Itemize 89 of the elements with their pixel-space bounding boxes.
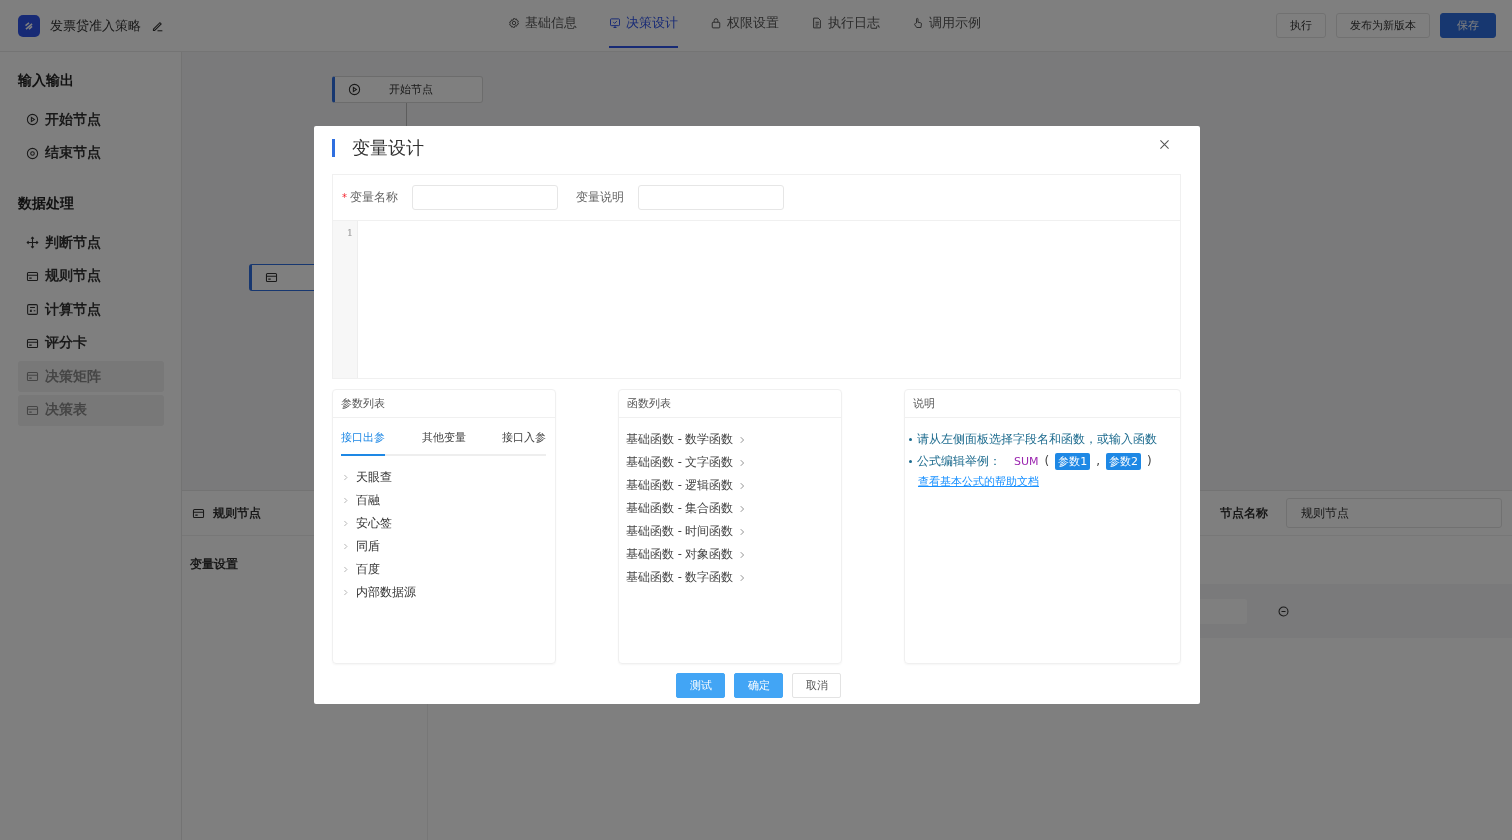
close-button[interactable] — [1158, 137, 1171, 151]
punctuation: ) — [1147, 454, 1152, 468]
argument-tag: 参数1 — [1055, 452, 1091, 470]
card-icon — [265, 271, 278, 284]
card-icon — [192, 506, 205, 520]
lock-icon — [710, 17, 722, 29]
cancel-button[interactable]: 取消 — [792, 673, 841, 698]
node-type-item[interactable]: 开始节点 — [18, 104, 164, 135]
panel-title: 参数列表 — [333, 390, 555, 418]
move-icon — [26, 236, 39, 249]
monitor-icon — [609, 17, 621, 29]
function-item[interactable]: 基础函数 - 时间函数 — [626, 520, 748, 543]
line-number: 1 — [345, 227, 353, 238]
flow-node[interactable]: 开始节点 — [332, 76, 483, 103]
chevron-right-icon — [341, 565, 350, 574]
tree-item[interactable]: 天眼查 — [341, 466, 392, 489]
node-type-item[interactable]: 评分卡 — [18, 327, 164, 359]
strategy-title: 发票贷准入策略 — [50, 16, 141, 35]
gear-icon — [508, 17, 520, 29]
calculator-icon — [26, 303, 39, 316]
tree-item[interactable]: 百度 — [341, 558, 380, 581]
field-label: 变量说明 — [576, 189, 624, 206]
chevron-right-icon — [341, 496, 350, 505]
panel-title: 说明 — [905, 390, 1180, 418]
argument-tag: 参数2 — [1106, 452, 1142, 470]
function-item[interactable]: 基础函数 - 数字函数 — [626, 566, 748, 589]
nav-tab[interactable]: 权限设置 — [710, 0, 779, 48]
document-icon — [811, 17, 823, 29]
publish-button[interactable]: 发布为新版本 — [1336, 13, 1430, 38]
card-icon — [26, 336, 39, 350]
field-label: 节点名称 — [1220, 504, 1268, 522]
node-type-item[interactable]: 规则节点 — [18, 260, 164, 292]
tree-item[interactable]: 安心签 — [341, 512, 392, 535]
punctuation: ( — [1044, 454, 1050, 468]
punctuation: , — [1096, 454, 1101, 468]
panel-title: 规则节点 — [213, 504, 261, 522]
required-mark: * — [342, 192, 347, 203]
node-type-item[interactable]: 判断节点 — [18, 227, 164, 258]
node-name-field[interactable]: 规则节点 — [1286, 498, 1502, 528]
input-field[interactable] — [412, 185, 558, 210]
nav-tab[interactable]: 执行日志 — [811, 0, 880, 48]
minus-circle-icon[interactable] — [1277, 604, 1290, 618]
nav-tab[interactable]: 调用示例 — [912, 0, 981, 48]
help-text: 请从左侧面板选择字段名和函数，或输入函数 — [917, 430, 1157, 448]
field-label: 变量名称 — [350, 189, 398, 206]
card-icon — [26, 403, 39, 417]
code-editor[interactable]: 1 — [332, 220, 1181, 379]
panel-title: 函数列表 — [619, 390, 841, 418]
chevron-right-icon — [341, 588, 350, 597]
bullet-icon — [909, 437, 912, 441]
help-text: 公式编辑举例： — [917, 452, 1001, 470]
node-type-item[interactable]: 结束节点 — [18, 137, 164, 169]
section-title: 变量设置 — [190, 556, 238, 573]
function-item[interactable]: 基础函数 - 逻辑函数 — [626, 474, 748, 497]
tree-item[interactable]: 同盾 — [341, 535, 380, 558]
app-logo-icon — [18, 14, 40, 37]
play-circle-icon — [348, 83, 361, 96]
node-type-item[interactable]: 计算节点 — [18, 294, 164, 325]
save-button[interactable]: 保存 — [1440, 13, 1496, 38]
card-icon — [26, 269, 39, 283]
tree-item[interactable]: 内部数据源 — [341, 581, 416, 604]
execute-button[interactable]: 执行 — [1276, 13, 1326, 38]
params-tab[interactable]: 接口出参 — [341, 427, 385, 456]
function-item[interactable]: 基础函数 - 数学函数 — [626, 428, 748, 451]
chevron-right-icon — [341, 519, 350, 528]
params-tab[interactable]: 其他变量 — [421, 427, 466, 456]
group-title: 输入输出 — [18, 72, 75, 90]
function-item[interactable]: 基础函数 - 集合函数 — [626, 497, 748, 520]
edit-icon[interactable] — [151, 19, 164, 32]
bullet-icon — [909, 459, 912, 463]
params-tab[interactable]: 接口入参 — [502, 427, 546, 456]
nav-tab[interactable]: 决策设计 — [609, 0, 678, 48]
card-icon — [26, 370, 39, 383]
test-button[interactable]: 测试 — [676, 673, 725, 698]
hand-icon — [912, 17, 924, 29]
nav-tab[interactable]: 基础信息 — [508, 0, 577, 48]
function-item[interactable]: 基础函数 - 文字函数 — [626, 451, 748, 474]
chevron-right-icon — [341, 542, 350, 551]
group-title: 数据处理 — [18, 195, 75, 213]
input-field[interactable] — [638, 185, 784, 210]
chevron-right-icon — [341, 473, 350, 482]
confirm-button[interactable]: 确定 — [734, 673, 783, 698]
play-circle-icon — [26, 113, 39, 126]
help-link[interactable]: 查看基本公式的帮助文档 — [918, 475, 1039, 489]
function-name: SUM — [1014, 454, 1039, 468]
target-icon — [26, 146, 39, 160]
tree-item[interactable]: 百融 — [341, 489, 380, 512]
dialog-title: 变量设计 — [352, 136, 424, 160]
function-item[interactable]: 基础函数 - 对象函数 — [626, 543, 748, 566]
